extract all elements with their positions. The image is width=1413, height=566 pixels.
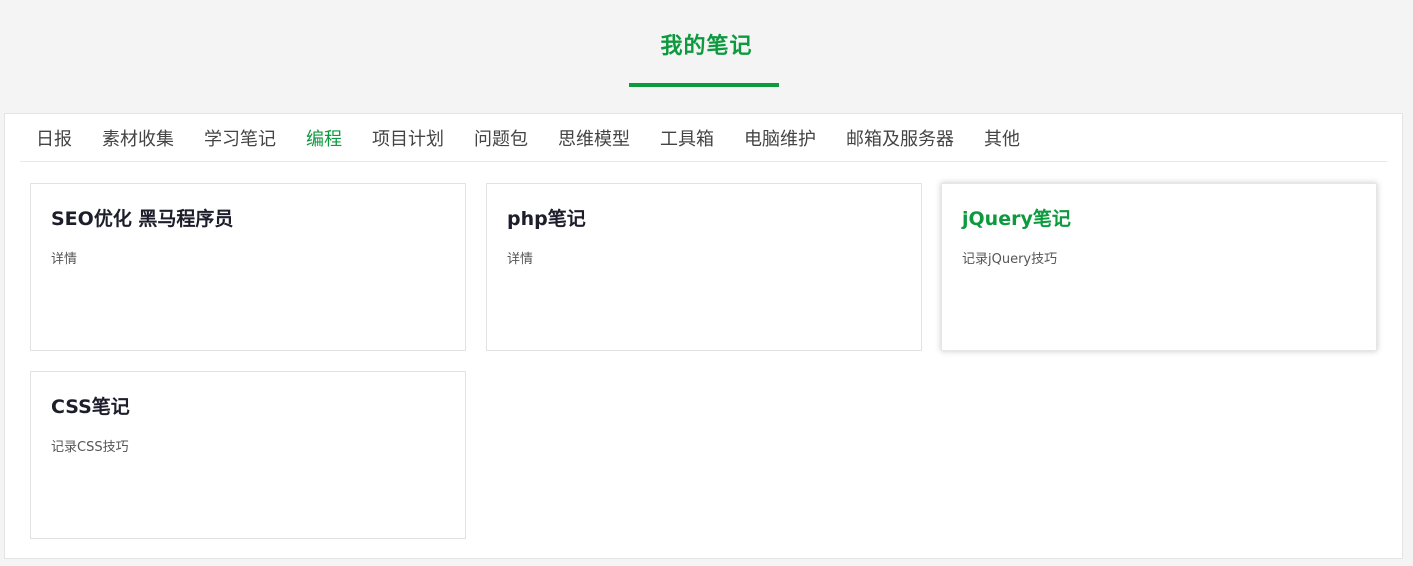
note-card[interactable]: CSS笔记 记录CSS技巧 xyxy=(30,371,466,539)
note-card-title[interactable]: CSS笔记 xyxy=(51,392,130,419)
tab-thinking-models[interactable]: 思维模型 xyxy=(558,125,630,151)
note-card-description: 详情 xyxy=(507,252,534,267)
tab-other[interactable]: 其他 xyxy=(984,125,1020,151)
note-card-description: 记录jQuery技巧 xyxy=(962,252,1058,267)
note-card-title[interactable]: SEO优化 黑马程序员 xyxy=(51,204,233,231)
tab-programming[interactable]: 编程 xyxy=(306,125,342,151)
notes-panel: 日报 素材收集 学习笔记 编程 项目计划 问题包 思维模型 工具箱 电脑维护 邮… xyxy=(4,113,1403,559)
page-header: 我的笔记 xyxy=(0,0,1413,113)
tab-material-collection[interactable]: 素材收集 xyxy=(102,125,174,151)
tab-problem-pack[interactable]: 问题包 xyxy=(474,125,528,151)
note-card-description: 详情 xyxy=(51,252,78,267)
note-card-title[interactable]: jQuery笔记 xyxy=(962,204,1071,231)
note-card[interactable]: jQuery笔记 记录jQuery技巧 xyxy=(941,183,1377,351)
title-underline xyxy=(629,83,779,87)
note-card[interactable]: php笔记 详情 xyxy=(486,183,922,351)
tab-study-notes[interactable]: 学习笔记 xyxy=(204,125,276,151)
note-card-title[interactable]: php笔记 xyxy=(507,204,586,231)
tab-mail-and-server[interactable]: 邮箱及服务器 xyxy=(846,125,954,151)
note-card[interactable]: SEO优化 黑马程序员 详情 xyxy=(30,183,466,351)
tab-project-plan[interactable]: 项目计划 xyxy=(372,125,444,151)
tab-toolbox[interactable]: 工具箱 xyxy=(660,125,714,151)
page-title: 我的笔记 xyxy=(660,34,753,59)
tab-pc-maintenance[interactable]: 电脑维护 xyxy=(744,125,816,151)
note-card-description: 记录CSS技巧 xyxy=(51,440,129,455)
tab-daily-report[interactable]: 日报 xyxy=(36,125,72,151)
category-tabs: 日报 素材收集 学习笔记 编程 项目计划 问题包 思维模型 工具箱 电脑维护 邮… xyxy=(20,114,1387,162)
